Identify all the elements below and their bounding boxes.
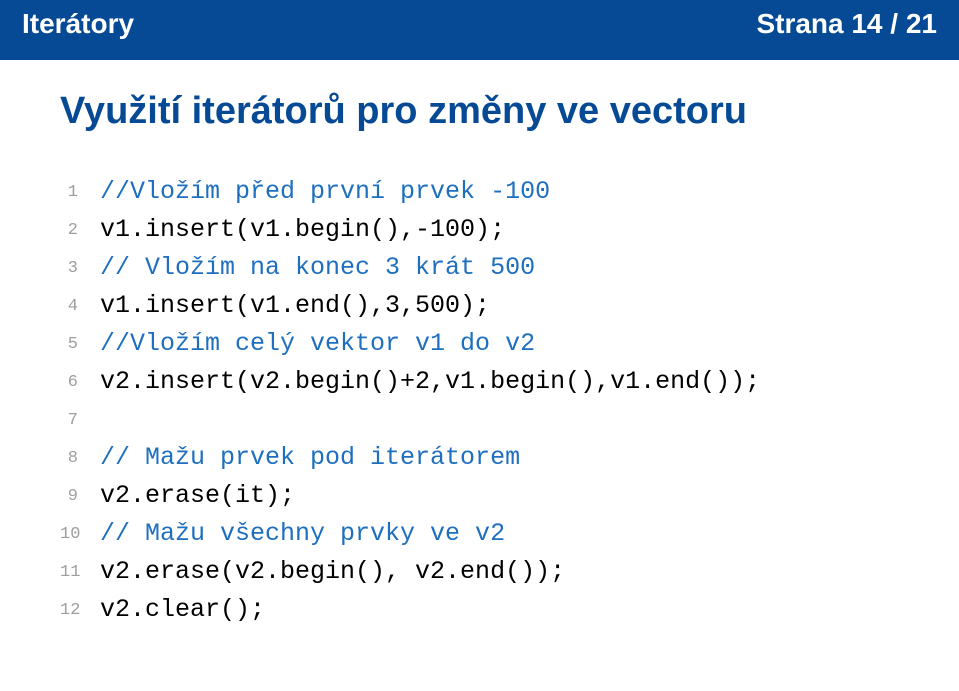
slide: Iterátory Strana 14 / 21 Využití iteráto… <box>0 0 959 691</box>
header-title: Iterátory <box>22 8 134 40</box>
code-line: 1//Vložím před první prvek -100 <box>60 173 899 211</box>
code-comment: // Mažu prvek pod iterátorem <box>100 443 520 472</box>
code-line: 10// Mažu všechny prvky ve v2 <box>60 515 899 553</box>
line-number: 8 <box>60 439 100 477</box>
line-number: 7 <box>60 401 100 439</box>
code-text: v1.insert(v1.begin(),-100); <box>100 211 505 249</box>
code-block: 1//Vložím před první prvek -1002v1.inser… <box>60 173 899 629</box>
line-number: 6 <box>60 363 100 401</box>
code-token: v2.insert(v2.begin()+2,v1.begin(),v1.end… <box>100 367 760 396</box>
code-line: 2v1.insert(v1.begin(),-100); <box>60 211 899 249</box>
code-line: 5//Vložím celý vektor v1 do v2 <box>60 325 899 363</box>
code-line: 9v2.erase(it); <box>60 477 899 515</box>
code-comment: // Mažu všechny prvky ve v2 <box>100 519 505 548</box>
line-number: 12 <box>60 591 100 629</box>
code-text: // Mažu prvek pod iterátorem <box>100 439 520 477</box>
code-line: 11v2.erase(v2.begin(), v2.end()); <box>60 553 899 591</box>
code-comment: // Vložím na konec 3 krát 500 <box>100 253 535 282</box>
code-token: v2.clear(); <box>100 595 265 624</box>
code-text: // Vložím na konec 3 krát 500 <box>100 249 535 287</box>
code-text: v2.erase(v2.begin(), v2.end()); <box>100 553 565 591</box>
slide-header: Iterátory Strana 14 / 21 <box>0 0 959 60</box>
line-number: 4 <box>60 287 100 325</box>
line-number: 5 <box>60 325 100 363</box>
code-text: v2.erase(it); <box>100 477 295 515</box>
code-token: v1.insert(v1.begin(),-100); <box>100 215 505 244</box>
line-number: 3 <box>60 249 100 287</box>
code-token: v2.erase(it); <box>100 481 295 510</box>
line-number: 10 <box>60 515 100 553</box>
code-line: 6v2.insert(v2.begin()+2,v1.begin(),v1.en… <box>60 363 899 401</box>
content-title: Využití iterátorů pro změny ve vectoru <box>60 90 899 133</box>
code-token: v2.erase(v2.begin(), v2.end()); <box>100 557 565 586</box>
line-number: 1 <box>60 173 100 211</box>
code-line: 4v1.insert(v1.end(),3,500); <box>60 287 899 325</box>
code-text: // Mažu všechny prvky ve v2 <box>100 515 505 553</box>
code-comment: //Vložím před první prvek -100 <box>100 177 550 206</box>
line-number: 11 <box>60 553 100 591</box>
code-text: //Vložím celý vektor v1 do v2 <box>100 325 535 363</box>
code-line: 7 <box>60 401 899 439</box>
code-text: v2.clear(); <box>100 591 265 629</box>
code-text: v2.insert(v2.begin()+2,v1.begin(),v1.end… <box>100 363 760 401</box>
line-number: 9 <box>60 477 100 515</box>
code-line: 8// Mažu prvek pod iterátorem <box>60 439 899 477</box>
code-line: 12v2.clear(); <box>60 591 899 629</box>
slide-content: Využití iterátorů pro změny ve vectoru 1… <box>0 60 959 629</box>
code-text: //Vložím před první prvek -100 <box>100 173 550 211</box>
code-comment: //Vložím celý vektor v1 do v2 <box>100 329 535 358</box>
code-token: v1.insert(v1.end(),3,500); <box>100 291 490 320</box>
code-text: v1.insert(v1.end(),3,500); <box>100 287 490 325</box>
page-indicator: Strana 14 / 21 <box>756 8 937 40</box>
line-number: 2 <box>60 211 100 249</box>
code-line: 3// Vložím na konec 3 krát 500 <box>60 249 899 287</box>
